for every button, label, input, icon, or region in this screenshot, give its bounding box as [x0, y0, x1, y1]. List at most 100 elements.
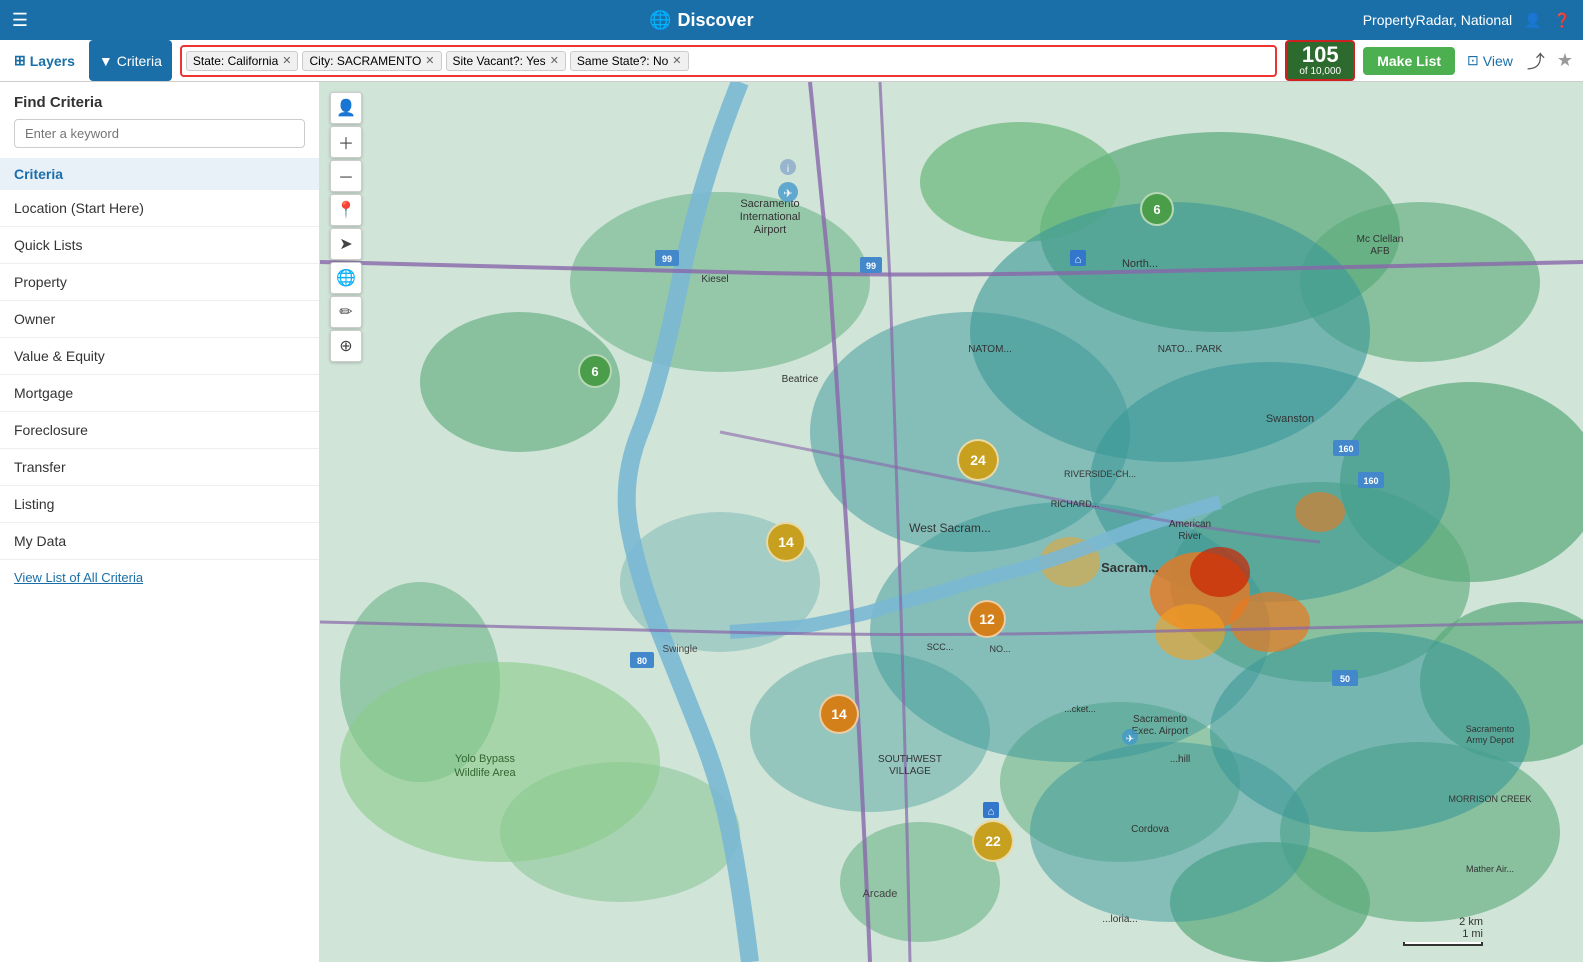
- svg-text:Beatrice: Beatrice: [782, 374, 819, 385]
- filter-samestate-close[interactable]: ✕: [672, 54, 681, 67]
- cluster-14-north[interactable]: 14: [766, 522, 806, 562]
- map-tool-pin[interactable]: 📍: [330, 194, 362, 226]
- svg-text:MORRISON CREEK: MORRISON CREEK: [1448, 794, 1531, 804]
- map-tool-select[interactable]: ⊕: [330, 330, 362, 362]
- svg-text:RICHARD...: RICHARD...: [1051, 499, 1100, 509]
- filter-tag-samestate: Same State?: No ✕: [570, 51, 689, 71]
- svg-text:50: 50: [1340, 674, 1350, 684]
- header-right: PropertyRadar, National 👤 ❓: [1363, 12, 1583, 29]
- svg-text:Airport: Airport: [754, 224, 786, 236]
- sidebar-item-mortgage[interactable]: Mortgage: [0, 375, 319, 412]
- map-area[interactable]: 99 99 160 160 50 80 Yolo Bypass Wildlife…: [320, 82, 1583, 962]
- sidebar-item-value[interactable]: Value & Equity: [0, 338, 319, 375]
- view-label: View: [1483, 53, 1513, 69]
- sidebar-item-location[interactable]: Location (Start Here): [0, 190, 319, 227]
- user-info: PropertyRadar, National: [1363, 12, 1512, 28]
- scale-label: 2 km1 mi: [1459, 916, 1483, 940]
- cluster-6-west[interactable]: 6: [578, 354, 612, 388]
- map-tool-navigate[interactable]: ➤: [330, 228, 362, 260]
- sidebar-item-owner[interactable]: Owner: [0, 301, 319, 338]
- svg-text:AFB: AFB: [1370, 246, 1390, 257]
- filter-tag-vacant: Site Vacant?: Yes ✕: [446, 51, 566, 71]
- map-tool-person[interactable]: 👤: [330, 92, 362, 124]
- sidebar-item-property[interactable]: Property: [0, 264, 319, 301]
- filter-tags-container: State: California ✕ City: SACRAMENTO ✕ S…: [180, 45, 1277, 77]
- result-count: 105: [1295, 44, 1345, 66]
- svg-text:99: 99: [662, 254, 672, 264]
- filter-state-close[interactable]: ✕: [282, 54, 291, 67]
- svg-text:...cket...: ...cket...: [1064, 704, 1096, 714]
- svg-text:International: International: [740, 211, 801, 223]
- svg-text:VILLAGE: VILLAGE: [889, 766, 931, 777]
- make-list-button[interactable]: Make List: [1363, 47, 1455, 75]
- sidebar-item-listing[interactable]: Listing: [0, 486, 319, 523]
- svg-text:⌂: ⌂: [988, 806, 995, 818]
- svg-text:Mc Clellan: Mc Clellan: [1357, 234, 1404, 245]
- svg-text:NATO... PARK: NATO... PARK: [1158, 344, 1223, 355]
- svg-text:NATOM...: NATOM...: [968, 344, 1012, 355]
- criteria-button[interactable]: ▼ Criteria: [89, 40, 172, 81]
- result-of: of 10,000: [1295, 66, 1345, 77]
- result-count-box: 105 of 10,000: [1285, 40, 1355, 81]
- svg-text:SCC...: SCC...: [927, 642, 954, 652]
- cluster-6-north[interactable]: 6: [1140, 192, 1174, 226]
- cluster-22[interactable]: 22: [972, 820, 1014, 862]
- user-icon[interactable]: 👤: [1524, 12, 1541, 29]
- layers-button[interactable]: ⊞ Layers: [4, 40, 85, 81]
- view-button[interactable]: ⊡ View: [1459, 48, 1521, 73]
- map-tool-globe[interactable]: 🌐: [330, 262, 362, 294]
- sidebar-item-mydata[interactable]: My Data: [0, 523, 319, 560]
- filter-city-close[interactable]: ✕: [425, 54, 434, 67]
- share-button[interactable]: ⤴: [1521, 44, 1551, 78]
- criteria-label: Criteria: [117, 53, 162, 69]
- sidebar: Find Criteria Criteria Location (Start H…: [0, 82, 320, 962]
- menu-icon[interactable]: ☰: [0, 0, 40, 40]
- sidebar-item-transfer[interactable]: Transfer: [0, 449, 319, 486]
- svg-text:80: 80: [637, 656, 647, 666]
- view-icon: ⊡: [1467, 52, 1479, 69]
- svg-text:NO...: NO...: [989, 644, 1010, 654]
- svg-text:Cordova: Cordova: [1131, 824, 1169, 835]
- sidebar-item-quicklists[interactable]: Quick Lists: [0, 227, 319, 264]
- map-tool-zoom-out[interactable]: －: [330, 160, 362, 192]
- svg-text:⌂: ⌂: [1075, 254, 1082, 266]
- svg-text:✈: ✈: [1126, 734, 1134, 745]
- svg-text:i: i: [787, 164, 789, 175]
- svg-text:American: American: [1169, 519, 1211, 530]
- map-tool-edit[interactable]: ✏: [330, 296, 362, 328]
- keyword-input[interactable]: [14, 119, 305, 148]
- toolbar: ⊞ Layers ▼ Criteria State: California ✕ …: [0, 40, 1583, 82]
- svg-text:RIVERSIDE-CH...: RIVERSIDE-CH...: [1064, 469, 1136, 479]
- globe-icon: 🌐: [649, 10, 671, 31]
- svg-text:160: 160: [1363, 476, 1378, 486]
- help-icon[interactable]: ❓: [1554, 12, 1571, 29]
- svg-text:99: 99: [866, 261, 876, 271]
- cluster-12[interactable]: 12: [968, 600, 1006, 638]
- app-title: 🌐 Discover: [40, 10, 1363, 31]
- filter-tag-state: State: California ✕: [186, 51, 299, 71]
- view-all-criteria-link[interactable]: View List of All Criteria: [0, 560, 319, 595]
- svg-text:...hill: ...hill: [1170, 754, 1191, 765]
- find-criteria-header: Find Criteria: [0, 82, 319, 119]
- map-tool-zoom-in[interactable]: ＋: [330, 126, 362, 158]
- sidebar-item-criteria[interactable]: Criteria: [0, 158, 319, 190]
- sidebar-item-foreclosure[interactable]: Foreclosure: [0, 412, 319, 449]
- svg-text:River: River: [1178, 531, 1202, 542]
- svg-text:West Sacram...: West Sacram...: [909, 521, 991, 535]
- layers-label: Layers: [30, 53, 75, 69]
- svg-text:Exec. Airport: Exec. Airport: [1132, 726, 1189, 737]
- svg-text:Mather Air...: Mather Air...: [1466, 864, 1514, 874]
- map-tools: 👤 ＋ － 📍 ➤ 🌐 ✏ ⊕: [330, 92, 362, 362]
- svg-text:✈: ✈: [783, 188, 792, 200]
- star-button[interactable]: ★: [1551, 46, 1579, 75]
- app-header: ☰ 🌐 Discover PropertyRadar, National 👤 ❓: [0, 0, 1583, 40]
- svg-text:Kiesel: Kiesel: [701, 274, 728, 285]
- filter-tag-city: City: SACRAMENTO ✕: [302, 51, 441, 71]
- filter-vacant-label: Site Vacant?: Yes: [453, 54, 546, 68]
- filter-vacant-close[interactable]: ✕: [550, 54, 559, 67]
- cluster-24[interactable]: 24: [957, 439, 999, 481]
- filter-samestate-label: Same State?: No: [577, 54, 668, 68]
- cluster-14-south[interactable]: 14: [819, 694, 859, 734]
- filter-icon: ▼: [99, 53, 113, 69]
- svg-text:Sacramento: Sacramento: [1133, 714, 1187, 725]
